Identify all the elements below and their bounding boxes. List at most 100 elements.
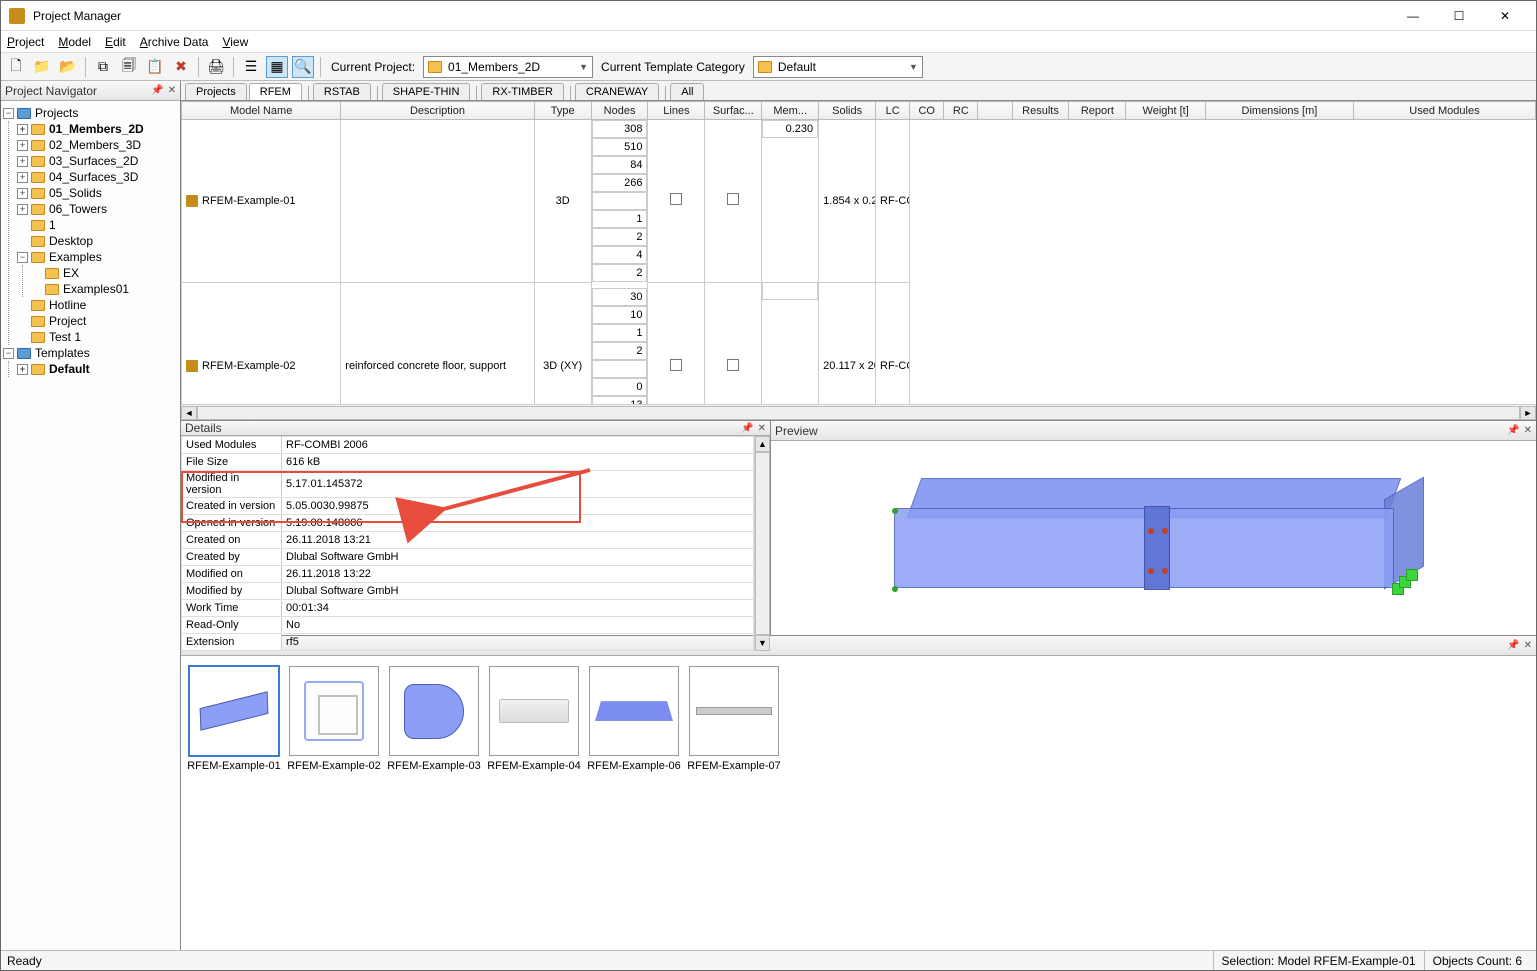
grid-view-icon[interactable]: ▦ [266,56,288,78]
thumbnail-image[interactable] [489,666,579,756]
column-header[interactable] [978,102,1012,120]
scroll-up-icon[interactable]: ▲ [755,436,770,452]
paste-icon[interactable]: 📋 [144,56,166,78]
close-panel-icon[interactable]: ✕ [1524,425,1532,436]
details-row: Used ModulesRF-COMBI 2006 [182,437,754,454]
tab-craneway[interactable]: CRANEWAY [575,83,659,100]
thumbnail[interactable]: RFEM-Example-01 [189,666,279,811]
column-header[interactable]: Report [1069,102,1126,120]
details-row: Modified byDlubal Software GmbH [182,583,754,600]
statusbar: Ready Selection: Model RFEM-Example-01 O… [1,950,1536,970]
templates-root-icon [17,348,31,359]
details-table: Used ModulesRF-COMBI 2006File Size616 kB… [181,436,754,651]
new-project-icon[interactable]: 🗋 [5,56,27,78]
menu-edit[interactable]: Edit [105,35,126,49]
column-header[interactable]: Type [534,102,591,120]
column-header[interactable]: Results [1012,102,1069,120]
model-table: Model NameDescriptionTypeNodesLinesSurfa… [181,101,1536,421]
thumbnail-image[interactable] [189,666,279,756]
thumbnail-image[interactable] [289,666,379,756]
search-icon[interactable]: 🔍 [292,56,314,78]
column-header[interactable]: Surfac... [705,102,762,120]
checkbox[interactable] [727,193,739,205]
minimize-button[interactable]: — [1390,2,1436,30]
thumbnail[interactable]: RFEM-Example-02 [289,666,379,811]
template-category-label: Current Template Category [597,60,749,74]
checkbox[interactable] [727,359,739,371]
column-header[interactable]: Lines [648,102,705,120]
thumbnail-image[interactable] [389,666,479,756]
chevron-down-icon: ▼ [579,62,588,72]
checkbox[interactable] [670,359,682,371]
scroll-left-icon[interactable]: ◄ [181,406,197,420]
model-grid[interactable]: Model NameDescriptionTypeNodesLinesSurfa… [181,101,1536,404]
thumbnail[interactable]: RFEM-Example-06 [589,666,679,811]
column-header[interactable]: Model Name [182,102,341,120]
thumbnail-label: RFEM-Example-07 [687,760,781,772]
current-project-dropdown[interactable]: 01_Members_2D ▼ [423,56,593,78]
close-panel-icon[interactable]: ✕ [758,423,766,434]
tab-shape-thin[interactable]: SHAPE-THIN [382,83,471,100]
vertical-scrollbar[interactable]: ▲ ▼ [754,436,770,651]
collapse-icon[interactable] [3,108,14,119]
thumbnail[interactable]: RFEM-Example-03 [389,666,479,811]
maximize-button[interactable]: ☐ [1436,2,1482,30]
checkbox[interactable] [670,193,682,205]
horizontal-scrollbar[interactable]: ◄ ► [181,404,1536,420]
column-header[interactable]: Weight [t] [1126,102,1206,120]
preview-canvas[interactable] [771,441,1536,635]
table-row[interactable]: RFEM-Example-02reinforced concrete floor… [182,282,1536,404]
thumbnail-image[interactable] [689,666,779,756]
close-button[interactable]: ✕ [1482,2,1528,30]
tab-rfem[interactable]: RFEM [249,83,302,100]
menu-model[interactable]: Model [58,35,91,49]
app-window: Project Manager — ☐ ✕ Project Model Edit… [0,0,1537,971]
column-header[interactable]: Description [341,102,534,120]
column-header[interactable]: CO [910,102,944,120]
scroll-right-icon[interactable]: ► [1520,406,1536,420]
delete-icon[interactable]: ✖ [170,56,192,78]
menu-view[interactable]: View [222,35,248,49]
column-header[interactable]: RC [944,102,978,120]
details-row: File Size616 kB [182,454,754,471]
status-objects-count: Objects Count: 6 [1424,951,1530,970]
new-folder-icon[interactable]: 📁 [31,56,53,78]
pin-icon[interactable]: 📌 [1507,425,1519,436]
menu-archive-data[interactable]: Archive Data [140,35,209,49]
copy2-icon[interactable]: 🗐 [118,56,140,78]
column-header[interactable]: Used Modules [1353,102,1535,120]
pin-icon[interactable]: 📌 [1507,640,1519,651]
column-header[interactable]: Mem... [762,102,819,120]
projects-root-icon [17,108,31,119]
copy-icon[interactable]: ⧉ [92,56,114,78]
column-header[interactable]: Solids [819,102,876,120]
close-panel-icon[interactable]: ✕ [1524,640,1532,651]
thumbnail[interactable]: RFEM-Example-04 [489,666,579,811]
details-row: Opened in version5.19.00.148006 [182,515,754,532]
tab-rx-timber[interactable]: RX-TIMBER [481,83,564,100]
print-icon[interactable]: 🖨 [205,56,227,78]
scroll-down-icon[interactable]: ▼ [755,635,770,651]
tab-rstab[interactable]: RSTAB [313,83,371,100]
pin-icon[interactable]: 📌 [151,85,163,96]
details-panel: Details 📌 ✕ Used ModulesRF-COMBI 2006Fil… [181,421,771,635]
tab-projects[interactable]: Projects [185,83,247,100]
menu-project[interactable]: Project [7,35,44,49]
project-tree[interactable]: Projects 01_Members_2D 02_Members_3D 03_… [1,101,180,950]
details-row: Created byDlubal Software GmbH [182,549,754,566]
tab-all[interactable]: All [670,83,704,100]
table-row[interactable]: RFEM-Example-013D3085108426612420.2301.8… [182,120,1536,283]
list-view-icon[interactable]: ☰ [240,56,262,78]
template-category-dropdown[interactable]: Default ▼ [753,56,923,78]
project-navigator-header: Project Navigator 📌 ✕ [1,81,180,101]
column-header[interactable]: Dimensions [m] [1205,102,1353,120]
close-panel-icon[interactable]: ✕ [168,85,176,96]
thumbnail-label: RFEM-Example-03 [387,760,481,772]
column-header[interactable]: LC [876,102,910,120]
app-icon [9,8,25,24]
thumbnail[interactable]: RFEM-Example-07 [689,666,779,811]
link-folder-icon[interactable]: 📂 [57,56,79,78]
pin-icon[interactable]: 📌 [741,423,753,434]
thumbnail-image[interactable] [589,666,679,756]
column-header[interactable]: Nodes [591,102,648,120]
